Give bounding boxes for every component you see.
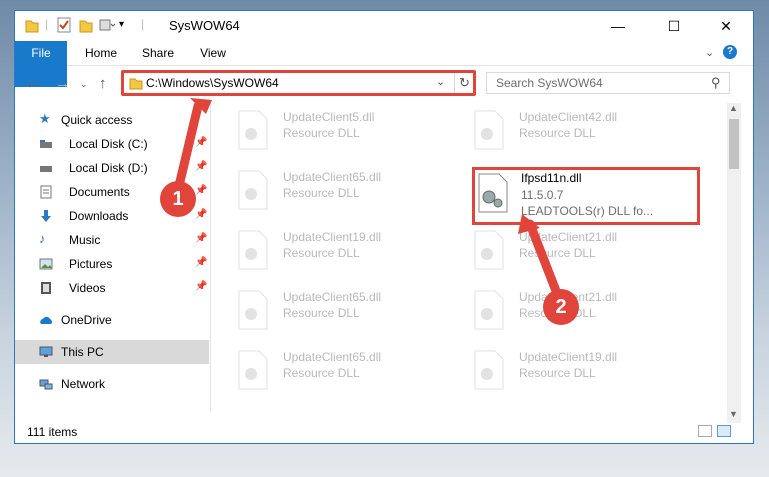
- callout-2: 2: [543, 289, 579, 325]
- arrow-two: [525, 219, 563, 301]
- callout-1: 1: [160, 181, 196, 217]
- arrow-one: [173, 101, 203, 195]
- callout-arrows: [173, 98, 563, 301]
